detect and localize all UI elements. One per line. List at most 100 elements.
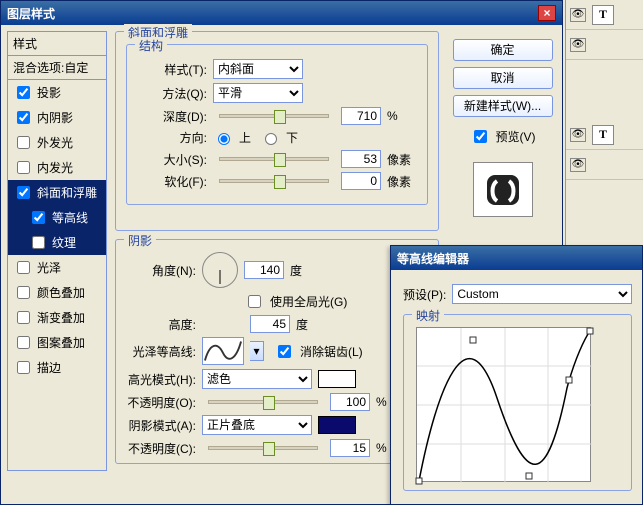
visibility-eye-icon[interactable]: 👁	[570, 128, 586, 142]
layer-row[interactable]: 👁 T	[566, 0, 643, 30]
angle-wheel[interactable]	[202, 252, 238, 288]
preview-label: 预览(V)	[496, 128, 536, 145]
soften-input[interactable]	[341, 172, 381, 190]
pct-unit2: %	[376, 441, 387, 455]
blend-options-item[interactable]: 混合选项:自定	[8, 56, 106, 80]
angle-label: 角度(N):	[126, 262, 196, 279]
style-item-内发光[interactable]: 内发光	[8, 155, 106, 180]
style-item-label: 斜面和浮雕	[37, 184, 97, 201]
titlebar: 图层样式 ×	[1, 1, 562, 25]
curve-grid	[417, 328, 592, 483]
style-item-图案叠加[interactable]: 图案叠加	[8, 330, 106, 355]
style-checkbox[interactable]	[17, 286, 30, 299]
style-item-等高线[interactable]: 等高线	[8, 205, 106, 230]
curve-anchor[interactable]	[587, 328, 594, 335]
style-item-投影[interactable]: 投影	[8, 80, 106, 105]
highlight-color-swatch[interactable]	[318, 370, 356, 388]
direction-up-radio[interactable]	[218, 133, 230, 145]
structure-subgroup: 结构 样式(T): 内斜面 方法(Q): 平滑 深度(D): %	[126, 44, 428, 205]
shadow-mode-select[interactable]: 正片叠底	[202, 415, 312, 435]
highlight-mode-label: 高光模式(H):	[126, 371, 196, 388]
shadow-color-swatch[interactable]	[318, 416, 356, 434]
technique-label: 方法(Q):	[137, 85, 207, 102]
style-item-斜面和浮雕[interactable]: 斜面和浮雕	[8, 180, 106, 205]
visibility-eye-icon[interactable]: 👁	[570, 8, 586, 22]
style-checkbox[interactable]	[17, 111, 30, 124]
style-checkbox[interactable]	[17, 161, 30, 174]
cancel-button[interactable]: 取消	[453, 67, 553, 89]
highlight-opacity-slider[interactable]	[208, 400, 318, 404]
preview-checkbox[interactable]	[474, 130, 487, 143]
shading-group-label: 阴影	[124, 232, 156, 249]
curve-anchor[interactable]	[566, 377, 573, 384]
style-checkbox[interactable]	[17, 311, 30, 324]
soften-slider[interactable]	[219, 179, 329, 183]
soften-unit: 像素	[387, 173, 411, 190]
contour-icon	[204, 339, 242, 363]
style-select[interactable]: 内斜面	[213, 59, 303, 79]
style-checkbox[interactable]	[17, 336, 30, 349]
curve-anchor[interactable]	[526, 473, 533, 480]
style-item-颜色叠加[interactable]: 颜色叠加	[8, 280, 106, 305]
global-light-checkbox[interactable]	[248, 295, 261, 308]
depth-input[interactable]	[341, 107, 381, 125]
direction-down-label: 下	[286, 129, 298, 146]
shadow-mode-label: 阴影模式(A):	[126, 417, 196, 434]
gloss-contour-picker[interactable]	[202, 337, 244, 365]
altitude-input[interactable]	[250, 315, 290, 333]
contour-titlebar: 等高线编辑器	[391, 246, 642, 270]
style-item-label: 渐变叠加	[37, 309, 85, 326]
style-checkbox[interactable]	[32, 236, 45, 249]
style-item-渐变叠加[interactable]: 渐变叠加	[8, 305, 106, 330]
style-item-光泽[interactable]: 光泽	[8, 255, 106, 280]
style-item-纹理[interactable]: 纹理	[8, 230, 106, 255]
style-item-内阴影[interactable]: 内阴影	[8, 105, 106, 130]
visibility-eye-icon[interactable]: 👁	[570, 158, 586, 172]
layer-row[interactable]: 👁 T	[566, 120, 643, 150]
angle-input[interactable]	[244, 261, 284, 279]
style-checkbox[interactable]	[17, 86, 30, 99]
layer-thumbnail[interactable]: T	[592, 5, 614, 25]
layer-thumbnail[interactable]: T	[592, 125, 614, 145]
size-slider[interactable]	[219, 157, 329, 161]
style-item-外发光[interactable]: 外发光	[8, 130, 106, 155]
direction-label: 方向:	[137, 129, 207, 146]
layer-row[interactable]: 👁	[566, 30, 643, 60]
highlight-opacity-input[interactable]	[330, 393, 370, 411]
chevron-down-icon[interactable]: ▾	[250, 341, 264, 361]
size-label: 大小(S):	[137, 151, 207, 168]
style-item-label: 等高线	[52, 209, 88, 226]
style-checkbox[interactable]	[32, 211, 45, 224]
depth-slider[interactable]	[219, 114, 329, 118]
style-item-label: 纹理	[52, 234, 76, 251]
ok-button[interactable]: 确定	[453, 39, 553, 61]
curve-anchor[interactable]	[416, 478, 423, 485]
new-style-button[interactable]: 新建样式(W)...	[453, 95, 553, 117]
shadow-opacity-input[interactable]	[330, 439, 370, 457]
mapping-label: 映射	[412, 307, 444, 324]
preset-select[interactable]: Custom	[452, 284, 632, 304]
visibility-eye-icon[interactable]: 👁	[570, 38, 586, 52]
direction-down-radio[interactable]	[265, 133, 277, 145]
technique-select[interactable]: 平滑	[213, 83, 303, 103]
layer-row[interactable]: 👁	[566, 150, 643, 180]
size-input[interactable]	[341, 150, 381, 168]
style-item-描边[interactable]: 描边	[8, 355, 106, 380]
styles-header[interactable]: 样式	[8, 32, 106, 56]
shadow-opacity-slider[interactable]	[208, 446, 318, 450]
style-checkbox[interactable]	[17, 136, 30, 149]
contour-curve-canvas[interactable]	[416, 327, 591, 482]
style-checkbox[interactable]	[17, 186, 30, 199]
style-checkbox[interactable]	[17, 361, 30, 374]
depth-label: 深度(D):	[137, 108, 207, 125]
style-item-label: 图案叠加	[37, 334, 85, 351]
preset-label: 预设(P):	[403, 286, 446, 303]
highlight-mode-select[interactable]: 滤色	[202, 369, 312, 389]
antialias-checkbox[interactable]	[278, 345, 291, 358]
style-item-label: 投影	[37, 84, 61, 101]
style-checkbox[interactable]	[17, 261, 30, 274]
curve-anchor[interactable]	[470, 337, 477, 344]
contour-editor-dialog: 等高线编辑器 预设(P): Custom 映射	[390, 245, 643, 505]
close-button[interactable]: ×	[538, 5, 556, 21]
pct-unit: %	[376, 395, 387, 409]
